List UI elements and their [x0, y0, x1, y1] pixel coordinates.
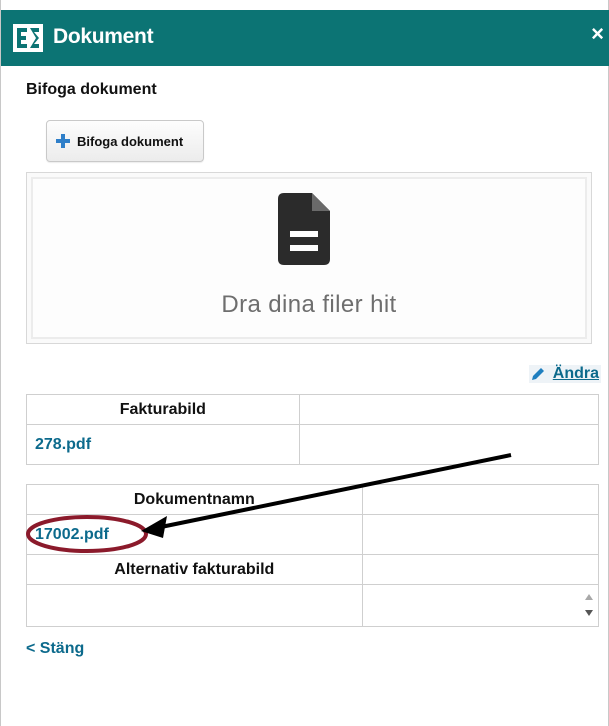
- invoice-image-header: Fakturabild: [26, 394, 300, 425]
- file-drop-zone[interactable]: Dra dina filer hit: [26, 172, 592, 344]
- invoice-file-cell: 278.pdf: [26, 424, 300, 465]
- document-table: Dokumentnamn 17002.pdf Alternativ faktur…: [26, 484, 600, 627]
- dialog-title-bar: Dokument ×: [1, 10, 609, 66]
- close-icon[interactable]: ×: [591, 23, 604, 45]
- edit-link[interactable]: Ändra: [528, 365, 601, 383]
- dialog-title: Dokument: [53, 25, 154, 48]
- document-name-header: Dokumentnamn: [26, 484, 363, 515]
- document-file-link[interactable]: 17002.pdf: [35, 526, 109, 543]
- scroll-stepper-icon[interactable]: [583, 589, 595, 621]
- alt-invoice-image-cell: [26, 584, 363, 627]
- pencil-icon: [531, 368, 544, 380]
- company-logo-icon: [13, 24, 43, 52]
- attach-section-label: Bifoga dokument: [26, 81, 157, 98]
- plus-icon: [56, 134, 70, 148]
- document-file-cell: 17002.pdf: [26, 514, 363, 555]
- invoice-image-table: Fakturabild 278.pdf: [26, 394, 600, 465]
- edit-link-label: Ändra: [552, 365, 599, 382]
- attach-button-label: Bifoga dokument: [77, 133, 184, 149]
- alt-invoice-image-header: Alternativ fakturabild: [26, 554, 363, 585]
- invoice-file-link[interactable]: 278.pdf: [35, 436, 91, 453]
- attach-document-button[interactable]: Bifoga dokument: [46, 120, 204, 162]
- alt-invoice-scroll-cell: [361, 584, 600, 627]
- close-dialog-link[interactable]: < Stäng: [26, 640, 84, 658]
- document-dialog: Dokument × Bifoga dokument Bifoga dokume…: [0, 0, 609, 726]
- drop-zone-text: Dra dina filer hit: [221, 291, 397, 318]
- file-document-icon: [278, 193, 330, 265]
